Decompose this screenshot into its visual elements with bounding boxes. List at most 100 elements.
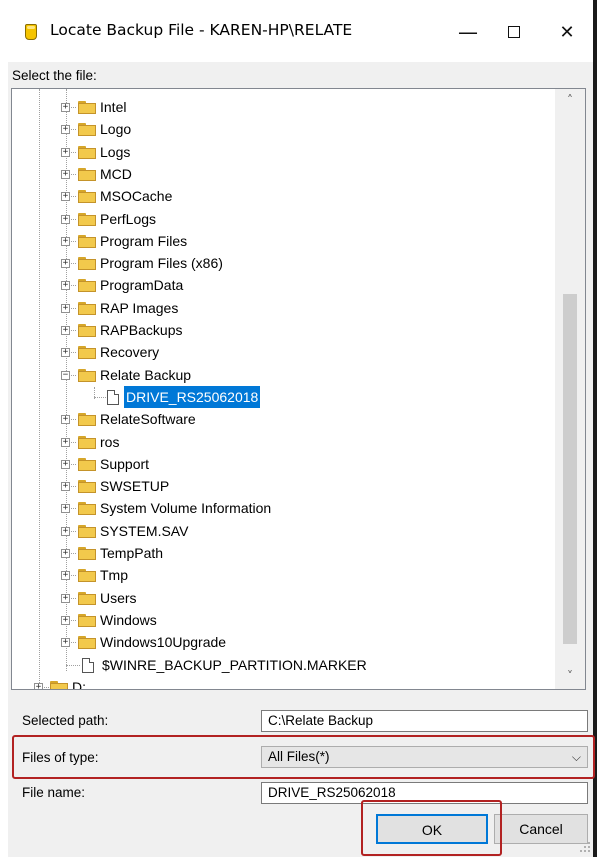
expand-icon[interactable]: +: [61, 303, 70, 313]
tree-item[interactable]: + Users: [12, 587, 552, 609]
maximize-button[interactable]: [491, 14, 537, 50]
expand-icon[interactable]: +: [61, 281, 70, 291]
expand-icon[interactable]: +: [61, 147, 70, 157]
window-title: Locate Backup File - KAREN-HP\RELATE: [50, 21, 353, 39]
ok-button-highlight: [361, 800, 502, 856]
tree-item[interactable]: + Logo: [12, 118, 552, 140]
expand-icon[interactable]: +: [34, 682, 43, 689]
folder-icon: [78, 502, 96, 516]
expand-icon[interactable]: +: [61, 103, 70, 112]
expand-icon[interactable]: +: [61, 482, 70, 492]
tree-item[interactable]: − Relate Backup: [12, 364, 552, 386]
tree-item[interactable]: DRIVE_RS25062018: [12, 385, 552, 408]
tree-item[interactable]: + TempPath: [12, 542, 552, 564]
tree-item[interactable]: $WINRE_BACKUP_PARTITION.MARKER: [12, 654, 552, 676]
file-icon: [107, 389, 119, 405]
tree-item-label: Support: [100, 455, 150, 472]
tree-item[interactable]: + SYSTEM.SAV: [12, 520, 552, 542]
folder-icon: [78, 301, 96, 315]
vertical-scrollbar[interactable]: ˄ ˅: [555, 89, 585, 689]
tree-item[interactable]: + Program Files (x86): [12, 252, 552, 274]
tree-item[interactable]: + MCD: [12, 163, 552, 185]
tree-item-label: Windows: [100, 611, 157, 628]
expand-icon[interactable]: +: [61, 214, 70, 224]
tree-item-label: MCD: [100, 165, 132, 182]
tree-item-label: D:: [72, 678, 86, 690]
expand-icon[interactable]: +: [61, 236, 70, 246]
tree-item-label: Windows10Upgrade: [100, 634, 227, 651]
folder-icon: [78, 435, 96, 449]
close-icon: ✕: [559, 21, 575, 43]
folder-icon: [78, 480, 96, 494]
folder-icon: [78, 101, 96, 114]
collapse-icon[interactable]: −: [61, 370, 70, 380]
tree-item[interactable]: + Tmp: [12, 564, 552, 586]
tree-item[interactable]: + PerfLogs: [12, 208, 552, 230]
tree-item[interactable]: + RAPBackups: [12, 319, 552, 341]
file-tree[interactable]: + Intel + Logo + Logs + MCD + MSOCache + PerfLogs + P…: [11, 88, 586, 690]
scroll-down-icon[interactable]: ˅: [555, 669, 585, 689]
tree-item[interactable]: + SWSETUP: [12, 475, 552, 497]
folder-icon: [50, 680, 68, 689]
folder-icon: [78, 145, 96, 159]
tree-item-label: DRIVE_RS25062018: [124, 385, 261, 408]
expand-icon[interactable]: +: [61, 615, 70, 625]
folder-icon: [78, 279, 96, 293]
selected-path-field[interactable]: C:\Relate Backup: [261, 710, 588, 732]
tree-item-label: RelateSoftware: [100, 411, 196, 428]
tree-item[interactable]: + Program Files: [12, 230, 552, 252]
tree-item[interactable]: + RelateSoftware: [12, 408, 552, 430]
expand-icon[interactable]: +: [61, 571, 70, 581]
expand-icon[interactable]: +: [61, 526, 70, 536]
folder-icon: [78, 591, 96, 605]
selected-path-label: Selected path:: [22, 713, 109, 728]
minimize-button[interactable]: —: [445, 14, 491, 50]
folder-icon: [78, 368, 96, 382]
tree-item-label: ros: [100, 433, 120, 450]
expand-icon[interactable]: +: [61, 125, 70, 135]
cancel-button[interactable]: Cancel: [494, 814, 588, 844]
close-button[interactable]: ✕: [544, 14, 590, 50]
expand-icon[interactable]: +: [61, 415, 70, 425]
tree-item[interactable]: + MSOCache: [12, 185, 552, 207]
tree-item[interactable]: + D:: [12, 676, 552, 690]
expand-icon[interactable]: +: [61, 593, 70, 603]
expand-icon[interactable]: +: [61, 192, 70, 202]
expand-icon[interactable]: +: [61, 437, 70, 447]
expand-icon[interactable]: +: [61, 348, 70, 358]
tree-item[interactable]: + Intel: [12, 96, 552, 118]
folder-icon: [78, 457, 96, 471]
minimize-icon: —: [458, 20, 478, 44]
tree-item[interactable]: + Logs: [12, 141, 552, 163]
tree-item-label: PerfLogs: [100, 210, 157, 227]
expand-icon[interactable]: +: [61, 259, 70, 269]
folder-icon: [78, 123, 96, 137]
file-name-label: File name:: [22, 785, 86, 800]
tree-item[interactable]: + Support: [12, 453, 552, 475]
tree-item[interactable]: + ProgramData: [12, 274, 552, 296]
tree-item-label: Logo: [100, 121, 132, 138]
folder-icon: [78, 413, 96, 427]
resize-grip-icon[interactable]: [580, 842, 590, 852]
tree-item[interactable]: + Windows: [12, 609, 552, 631]
expand-icon[interactable]: +: [61, 638, 70, 648]
tree-item[interactable]: + System Volume Information: [12, 497, 552, 519]
expand-icon[interactable]: +: [61, 459, 70, 469]
tree-item-label: TempPath: [100, 545, 164, 561]
tree-connector: [94, 396, 106, 398]
expand-icon[interactable]: +: [61, 169, 70, 179]
tree-item-label: Logs: [100, 143, 131, 160]
tree-item[interactable]: + Windows10Upgrade: [12, 631, 552, 653]
folder-icon: [78, 212, 96, 226]
scroll-up-icon[interactable]: ˄: [555, 93, 585, 113]
tree-item[interactable]: + RAP Images: [12, 297, 552, 319]
expand-icon[interactable]: +: [61, 326, 70, 335]
expand-icon[interactable]: +: [61, 549, 70, 558]
scroll-thumb[interactable]: [563, 294, 577, 644]
expand-icon[interactable]: +: [61, 504, 70, 514]
folder-icon: [78, 569, 96, 583]
tree-item[interactable]: + ros: [12, 431, 552, 453]
tree-item[interactable]: + Recovery: [12, 341, 552, 363]
folder-icon: [78, 190, 96, 204]
tree-item-label: ProgramData: [100, 277, 184, 294]
